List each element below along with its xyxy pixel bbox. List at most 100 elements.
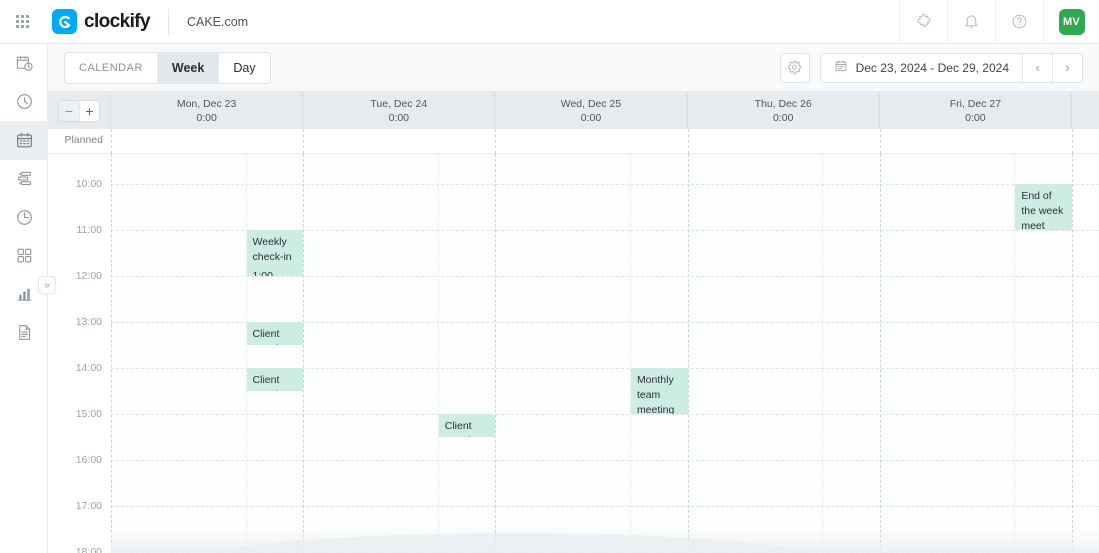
sidebar-item-timesheet[interactable] xyxy=(0,44,48,83)
clockify-calendar-app: clockify CAKE.com MV » CALENDAR Week Day… xyxy=(0,0,1099,553)
apps-grid-icon[interactable] xyxy=(0,0,44,44)
day-column-1[interactable] xyxy=(303,154,496,553)
bell-icon[interactable] xyxy=(947,0,995,44)
planned-row: Planned xyxy=(48,129,1099,154)
sidebar-item-time-off[interactable] xyxy=(0,198,48,237)
calendar-grid[interactable]: 10:00 11:00 12:00 13:00 14:00 15:00 16:00 17:00… xyxy=(48,154,1099,553)
planned-divider xyxy=(879,129,881,154)
calendar-event-1[interactable]: Client meeting xyxy=(246,322,304,345)
event-title: Client meeting xyxy=(252,374,290,391)
gear-icon[interactable] xyxy=(779,52,810,83)
sidebar-item-dashboard[interactable] xyxy=(0,237,48,276)
day-header-total: 0:00 xyxy=(965,111,986,124)
day-divider xyxy=(1072,154,1073,553)
day-column-3[interactable] xyxy=(687,154,880,553)
next-week-button[interactable]: › xyxy=(1052,53,1082,82)
planned-divider xyxy=(111,129,112,154)
day-divider xyxy=(303,154,305,553)
toolbar-right: Dec 23, 2024 - Dec 29, 2024 ‹ › xyxy=(779,52,1083,83)
event-title: Weekly check-in xyxy=(252,236,292,263)
tab-day[interactable]: Day xyxy=(219,52,270,83)
date-range-button[interactable]: Dec 23, 2024 - Dec 29, 2024 xyxy=(821,54,1022,82)
hour-label: 18:00 xyxy=(75,546,102,553)
day-column-0[interactable] xyxy=(111,154,304,553)
day-header-0[interactable]: Mon, Dec 23 0:00 xyxy=(111,92,304,129)
sidebar-item-time-tracker[interactable] xyxy=(0,83,48,122)
event-title: Client meeting xyxy=(252,328,290,345)
planned-divider xyxy=(687,129,689,154)
day-header-total: 0:00 xyxy=(580,111,602,124)
hour-label: 13:00 xyxy=(75,316,102,328)
calendar-event-4[interactable]: Monthly team meeting1:30 xyxy=(630,368,688,414)
brand-name: clockify xyxy=(84,10,151,32)
zoom-in-button[interactable]: + xyxy=(79,100,99,121)
hour-label: 17:00 xyxy=(75,500,102,512)
tab-calendar[interactable]: CALENDAR xyxy=(65,52,158,83)
day-header-total: 0:00 xyxy=(388,111,409,124)
day-sub-divider xyxy=(822,154,824,553)
planned-divider xyxy=(303,129,305,154)
view-tab-group: CALENDAR Week Day xyxy=(64,51,271,84)
help-icon[interactable] xyxy=(995,0,1043,44)
sidebar-expand-button[interactable]: » xyxy=(38,276,56,294)
hour-label: 11:00 xyxy=(76,224,103,236)
calendar-event-2[interactable]: Client meeting xyxy=(246,368,304,391)
hour-gridline xyxy=(111,184,1099,185)
event-title: Client meeting xyxy=(444,420,482,437)
brand-logo[interactable]: clockify xyxy=(52,9,151,34)
day-divider xyxy=(111,154,112,553)
calendar-view: − + Mon, Dec 23 0:00 Tue, Dec 24 0:00 Wed, D… xyxy=(48,92,1099,553)
event-title: Monthly team meeting xyxy=(636,374,675,414)
day-header-1[interactable]: Tue, Dec 24 0:00 xyxy=(303,92,496,129)
planned-divider xyxy=(1072,129,1073,154)
clockify-mark-icon xyxy=(52,9,77,34)
date-range-picker: Dec 23, 2024 - Dec 29, 2024 ‹ › xyxy=(819,52,1083,83)
day-header-4[interactable]: Fri, Dec 27 0:00 xyxy=(880,92,1072,129)
prev-week-button[interactable]: ‹ xyxy=(1022,53,1052,82)
hour-gridline xyxy=(111,460,1099,461)
tab-week[interactable]: Week xyxy=(157,52,220,83)
calendar-event-3[interactable]: Client meeting xyxy=(438,414,496,437)
sidebar-item-calendar[interactable] xyxy=(0,121,48,160)
avatar-container: MV xyxy=(1043,0,1099,44)
zoom-out-button[interactable]: − xyxy=(59,100,79,121)
top-bar-actions: MV xyxy=(899,0,1099,44)
main-content: CALENDAR Week Day Dec 23, 2024 - Dec 29,… xyxy=(48,44,1099,553)
sidebar-item-schedule[interactable] xyxy=(0,160,48,199)
calendar-event-0[interactable]: Weekly check-in 1:00 xyxy=(246,230,304,276)
hour-label: 12:00 xyxy=(75,270,102,282)
hour-gridline xyxy=(111,506,1099,507)
day-divider xyxy=(687,154,689,553)
workspace-name[interactable]: CAKE.com xyxy=(187,15,248,29)
time-axis: 10:00 11:00 12:00 13:00 14:00 15:00 16:00 17:00… xyxy=(48,154,111,553)
header-divider xyxy=(167,8,169,35)
planned-label: Planned xyxy=(64,134,103,146)
day-sub-divider xyxy=(437,154,439,553)
puzzle-icon[interactable] xyxy=(899,0,947,44)
left-sidebar: » xyxy=(0,44,56,553)
calendar-icon xyxy=(834,59,848,76)
day-header-name: Thu, Dec 26 xyxy=(754,97,812,110)
avatar[interactable]: MV xyxy=(1058,8,1085,35)
hour-label: 10:00 xyxy=(75,178,102,190)
day-column-2[interactable] xyxy=(495,154,688,553)
sidebar-item-documents[interactable] xyxy=(0,314,48,353)
hour-label: 16:00 xyxy=(75,454,102,466)
day-divider xyxy=(495,154,497,553)
hour-gridline xyxy=(111,276,1099,277)
hour-gridline xyxy=(111,414,1099,415)
top-bar: clockify CAKE.com MV xyxy=(0,0,1099,44)
day-header-total: 0:00 xyxy=(196,111,217,124)
date-range-label: Dec 23, 2024 - Dec 29, 2024 xyxy=(855,60,1009,75)
day-header-name: Fri, Dec 27 xyxy=(949,97,1002,110)
day-sub-divider xyxy=(629,154,631,553)
day-header-2[interactable]: Wed, Dec 25 0:00 xyxy=(495,92,688,129)
calendar-toolbar: CALENDAR Week Day Dec 23, 2024 - Dec 29,… xyxy=(48,44,1099,92)
calendar-event-5[interactable]: End of the week meet1:00 xyxy=(1015,184,1072,230)
day-header-name: Mon, Dec 23 xyxy=(176,97,237,110)
day-header-3[interactable]: Thu, Dec 26 0:00 xyxy=(688,92,880,129)
zoom-controls: − + xyxy=(48,92,111,129)
apps-grid-dots xyxy=(15,15,29,28)
day-header-name: Tue, Dec 24 xyxy=(370,97,428,110)
day-divider xyxy=(879,154,881,553)
